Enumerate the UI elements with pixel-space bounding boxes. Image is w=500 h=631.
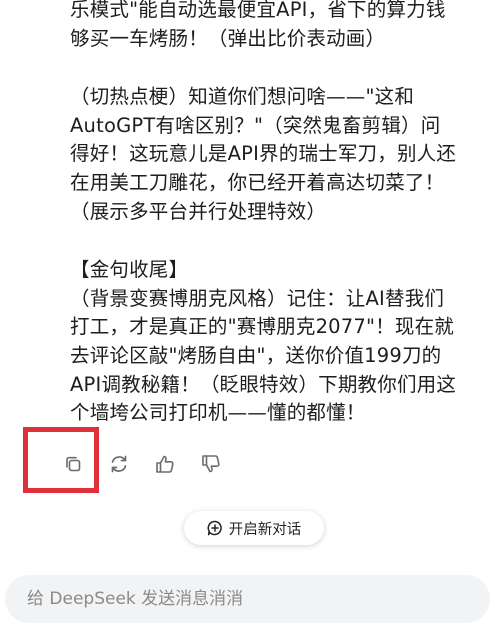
copy-button[interactable] bbox=[60, 451, 86, 477]
thumbs-up-icon bbox=[156, 455, 174, 473]
message-line: （背景变赛博朋克风格）记住：让AI替我们 bbox=[70, 286, 445, 310]
message-paragraph-1: 乐模式"能自动选最便宜API，省下的算力钱 够买一车烤肠！（弹出比价表动画） bbox=[70, 0, 490, 53]
message-line: 够买一车烤肠！（弹出比价表动画） bbox=[70, 26, 386, 50]
new-chat-icon bbox=[207, 520, 223, 536]
message-input[interactable] bbox=[27, 589, 447, 609]
message-line: AutoGPT有啥区别？"（突然鬼畜剪辑）问 bbox=[70, 113, 441, 137]
new-chat-button[interactable]: 开启新对话 bbox=[184, 511, 324, 545]
message-line: 乐模式"能自动选最便宜API，省下的算力钱 bbox=[70, 0, 446, 21]
message-line: 打工，才是真正的"赛博朋克2077"！现在就 bbox=[70, 315, 454, 339]
chat-screen: 乐模式"能自动选最便宜API，省下的算力钱 够买一车烤肠！（弹出比价表动画） （… bbox=[0, 0, 500, 631]
message-action-bar bbox=[60, 446, 244, 482]
message-line: 得好！这玩意儿是API界的瑞士军刀，别人还 bbox=[70, 142, 457, 166]
dislike-button[interactable] bbox=[198, 451, 224, 477]
message-input-bar[interactable] bbox=[5, 575, 490, 623]
refresh-icon bbox=[111, 455, 127, 473]
like-button[interactable] bbox=[152, 451, 178, 477]
new-chat-label: 开启新对话 bbox=[228, 521, 302, 538]
message-line: 个墙垮公司打印机——懂的都懂！ bbox=[70, 401, 366, 425]
message-paragraph-2: （切热点梗）知道你们想问啥——"这和 AutoGPT有啥区别？"（突然鬼畜剪辑）… bbox=[70, 83, 490, 226]
message-line: 去评论区敲"烤肠自由"，送你价值199刀的 bbox=[70, 343, 442, 367]
regenerate-button[interactable] bbox=[106, 451, 132, 477]
message-line: 【金句收尾】 bbox=[70, 258, 189, 282]
thumbs-down-icon bbox=[202, 455, 220, 473]
message-paragraph-3: 【金句收尾】 （背景变赛博朋克风格）记住：让AI替我们 打工，才是真正的"赛博朋… bbox=[70, 256, 490, 428]
copy-icon bbox=[66, 456, 81, 472]
assistant-message: 乐模式"能自动选最便宜API，省下的算力钱 够买一车烤肠！（弹出比价表动画） （… bbox=[70, 0, 490, 428]
message-line: （切热点梗）知道你们想问啥——"这和 bbox=[70, 85, 415, 109]
message-line: API调教秘籍！（眨眼特效）下期教你们用这 bbox=[70, 372, 457, 396]
message-line: （展示多平台并行处理特效） bbox=[70, 199, 327, 223]
message-line: 在用美工刀雕花，你已经开着高达切菜了！ bbox=[70, 170, 445, 194]
